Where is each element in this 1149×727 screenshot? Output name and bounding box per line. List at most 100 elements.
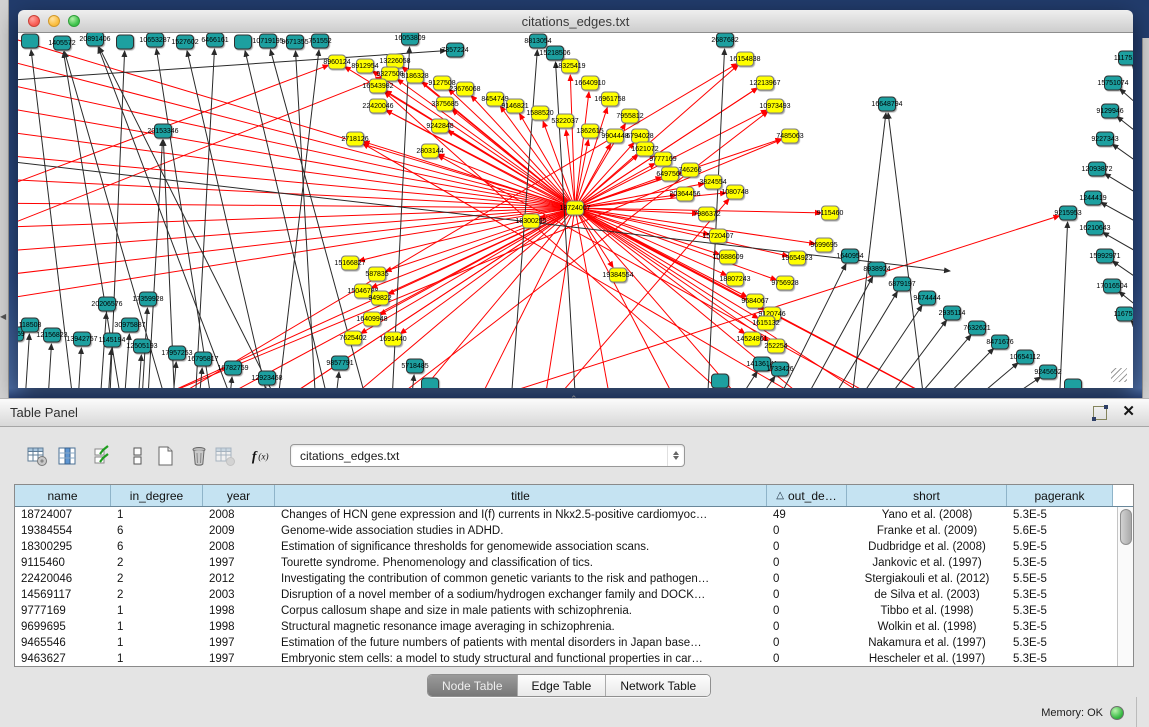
graph-node[interactable]: 17957253: [168, 346, 186, 361]
graph-node[interactable]: 5322037: [556, 114, 574, 129]
column-header-short[interactable]: short: [847, 485, 1007, 506]
graph-node[interactable]: 8960124: [328, 55, 346, 70]
table-mode-icon[interactable]: [25, 444, 49, 468]
graph-node[interactable]: 16782759: [224, 361, 242, 376]
graph-node[interactable]: 1527602: [176, 35, 194, 50]
graph-node[interactable]: 587835: [368, 267, 386, 282]
graph-node[interactable]: 2687682: [716, 33, 734, 48]
column-header-name[interactable]: name: [15, 485, 111, 506]
column-header-title[interactable]: title: [275, 485, 767, 506]
graph-node[interactable]: 9684067: [746, 294, 764, 309]
graph-node[interactable]: 1640954: [841, 249, 859, 264]
graph-node[interactable]: [1064, 379, 1082, 389]
graph-node[interactable]: 23676068: [456, 82, 474, 97]
delete-table-icon[interactable]: [213, 444, 237, 468]
table-row[interactable]: 946362711997Embryonic stem cells: a mode…: [15, 651, 1133, 667]
delete-column-icon[interactable]: [187, 444, 211, 468]
graph-node[interactable]: 14524861: [743, 332, 761, 347]
graph-node[interactable]: 9146821: [506, 99, 524, 114]
graph-node[interactable]: 12093872: [1088, 162, 1106, 177]
graph-node[interactable]: 1621072: [636, 142, 654, 157]
graph-node[interactable]: [21, 34, 39, 49]
graph-node[interactable]: 1117534: [1118, 51, 1133, 66]
graph-node[interactable]: 7986372: [698, 207, 716, 222]
graph-node[interactable]: 949822: [371, 291, 389, 306]
graph-node[interactable]: 7625402: [344, 331, 362, 346]
show-columns-icon[interactable]: [55, 444, 79, 468]
graph-node[interactable]: 9245652: [1039, 365, 1057, 380]
graph-node[interactable]: 10719195: [259, 34, 277, 49]
graph-node[interactable]: 7632621: [968, 321, 986, 336]
table-row[interactable]: 1872400712008Changes of HCN gene express…: [15, 507, 1133, 523]
graph-node[interactable]: 15720407: [709, 229, 727, 244]
merge-rows-icon[interactable]: [125, 444, 149, 468]
graph-node[interactable]: 7357224: [446, 43, 464, 58]
graph-node[interactable]: [234, 35, 252, 50]
graph-node[interactable]: 2718126: [346, 132, 364, 147]
tab-node-table[interactable]: Node Table: [428, 675, 518, 696]
graph-node[interactable]: [116, 35, 134, 50]
create-column-icon[interactable]: [153, 444, 177, 468]
graph-node[interactable]: 16543982: [369, 79, 387, 94]
graph-node[interactable]: 18807243: [726, 272, 744, 287]
table-row[interactable]: 977716911998Corpus callosum shape and si…: [15, 603, 1133, 619]
graph-node[interactable]: 12923468: [258, 371, 276, 386]
graph-node[interactable]: 1615132: [757, 316, 775, 331]
graph-node[interactable]: 9904448: [606, 129, 624, 144]
function-builder-icon[interactable]: f(x): [250, 444, 274, 468]
graph-node[interactable]: 12505193: [133, 339, 151, 354]
graph-node[interactable]: 6497568: [661, 167, 679, 182]
table-row[interactable]: 1938455462009Genome-wide association stu…: [15, 523, 1133, 539]
graph-node[interactable]: 17016504: [1103, 279, 1121, 294]
graph-node[interactable]: 118508: [21, 318, 39, 333]
graph-node[interactable]: 2935114: [943, 306, 961, 321]
column-header-pagerank[interactable]: pagerank: [1007, 485, 1113, 506]
graph-node[interactable]: 19654923: [788, 251, 806, 266]
graph-node[interactable]: 8938924: [868, 262, 886, 277]
graph-node[interactable]: 15751074: [1104, 76, 1122, 91]
graph-node[interactable]: 9671355: [286, 35, 304, 50]
graph-node[interactable]: 20891406: [86, 33, 104, 47]
graph-node[interactable]: 9242848: [431, 119, 449, 134]
table-row[interactable]: 1830029562008Estimation of significance …: [15, 539, 1133, 555]
graph-node[interactable]: 9756928: [776, 276, 794, 291]
graph-node[interactable]: 9857791: [331, 356, 349, 371]
graph-node[interactable]: 12156823: [43, 328, 61, 343]
graph-node[interactable]: 9699695: [815, 238, 833, 253]
close-panel-icon[interactable]: ✕: [1122, 403, 1135, 421]
zoom-button[interactable]: [68, 15, 80, 27]
graph-node[interactable]: 20153346: [154, 124, 172, 139]
graph-node[interactable]: 9777169: [654, 152, 672, 167]
graph-node[interactable]: 19384554: [609, 268, 627, 283]
graph-node[interactable]: 7485063: [781, 129, 799, 144]
table-row[interactable]: 1456911722003Disruption of a novel membe…: [15, 587, 1133, 603]
graph-node[interactable]: 22420046: [369, 99, 387, 114]
graph-node[interactable]: 1733426: [771, 362, 789, 377]
graph-node[interactable]: 16210643: [1086, 221, 1104, 236]
table-row[interactable]: 2242004622012Investigating the contribut…: [15, 571, 1133, 587]
graph-node[interactable]: 1244419: [1084, 191, 1102, 206]
control-panel-collapsed-strip[interactable]: ◀: [0, 0, 9, 400]
graph-node[interactable]: 9129946: [1101, 104, 1119, 119]
graph-node[interactable]: 10653287: [146, 33, 164, 48]
canvas-resize-grip-icon[interactable]: [1111, 368, 1127, 382]
graph-node[interactable]: 16154838: [736, 52, 754, 67]
graph-node[interactable]: 20364456: [676, 187, 694, 202]
graph-node[interactable]: 18325419: [561, 59, 579, 74]
graph-node[interactable]: 15218506: [546, 46, 564, 61]
graph-node[interactable]: 7955812: [621, 109, 639, 124]
graph-node[interactable]: 1691440: [384, 332, 402, 347]
graph-node[interactable]: 16640910: [581, 76, 599, 91]
graph-node[interactable]: 1405572: [53, 36, 71, 51]
graph-node[interactable]: 8471676: [991, 335, 1009, 350]
column-header-year[interactable]: year: [203, 485, 275, 506]
column-header-in_degree[interactable]: in_degree: [111, 485, 203, 506]
table-row[interactable]: 946554611997Estimation of the future num…: [15, 635, 1133, 651]
graph-node[interactable]: 8186328: [406, 69, 424, 84]
minimize-button[interactable]: [48, 15, 60, 27]
table-row[interactable]: 911546021997Tourette syndrome. Phenomeno…: [15, 555, 1133, 571]
expand-panel-arrow-icon[interactable]: ◀: [0, 312, 6, 321]
graph-node[interactable]: 16795817: [194, 352, 212, 367]
graph-node[interactable]: 6879197: [893, 277, 911, 292]
graph-node[interactable]: 9115460: [821, 206, 839, 221]
